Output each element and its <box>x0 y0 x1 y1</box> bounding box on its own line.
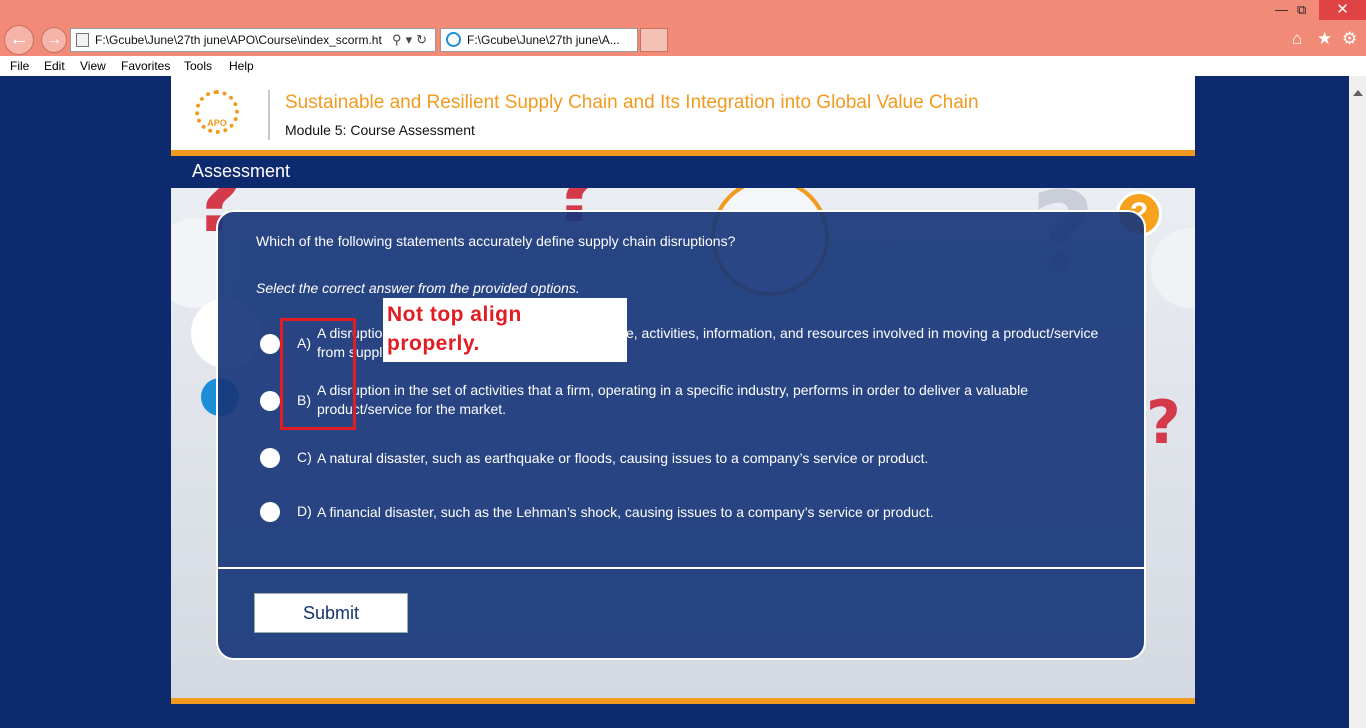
radio-option-a[interactable] <box>260 334 280 354</box>
back-button[interactable]: ← <box>4 25 34 55</box>
footer-bar <box>171 704 1195 728</box>
home-icon[interactable]: ⌂ <box>1292 29 1302 49</box>
new-tab-button[interactable] <box>640 28 668 52</box>
option-text: A financial disaster, such as the Lehman… <box>317 504 934 520</box>
radio-option-c[interactable] <box>260 448 280 468</box>
menu-favorites[interactable]: Favorites <box>121 56 170 76</box>
module-title: Module 5: Course Assessment <box>285 122 475 138</box>
ie-icon <box>446 32 461 47</box>
section-bar: Assessment <box>171 156 1195 188</box>
question-mark-icon: ? <box>1146 388 1181 458</box>
option-letter: D) <box>297 503 312 519</box>
panel-divider <box>218 567 1144 569</box>
annotation-note: Not top align properly. <box>383 298 627 362</box>
annotation-line-1: Not top align <box>387 303 522 326</box>
apo-logo: APO <box>195 90 239 134</box>
forward-button[interactable]: → <box>41 27 67 53</box>
favorites-star-icon[interactable]: ★ <box>1317 29 1332 49</box>
scroll-up-icon[interactable] <box>1353 90 1363 96</box>
bg-bubble <box>1151 228 1195 308</box>
browser-titlebar: ← → F:\Gcube\June\27th june\APO\Course\i… <box>0 0 1366 56</box>
radio-option-d[interactable] <box>260 502 280 522</box>
menu-bar: File Edit View Favorites Tools Help <box>0 56 1366 76</box>
option-text: A natural disaster, such as earthquake o… <box>317 450 929 466</box>
question-text: Which of the following statements accura… <box>256 233 736 249</box>
instruction-text: Select the correct answer from the provi… <box>256 280 580 296</box>
option-text: A disruption in the set of activities th… <box>317 382 1028 417</box>
page-icon <box>76 33 89 47</box>
gear-icon[interactable]: ⚙ <box>1342 29 1357 49</box>
annotation-highlight-box <box>280 318 356 430</box>
menu-tools[interactable]: Tools <box>184 56 212 76</box>
menu-edit[interactable]: Edit <box>44 56 65 76</box>
restore-icon[interactable]: ⧉ <box>1297 2 1306 18</box>
browser-tab[interactable]: F:\Gcube\June\27th june\A... <box>440 28 638 52</box>
section-title: Assessment <box>192 161 291 181</box>
logo-text: APO <box>207 118 227 128</box>
search-refresh-icons[interactable]: ⚲▾↻ <box>392 29 431 51</box>
vertical-scrollbar[interactable] <box>1349 76 1366 728</box>
radio-option-b[interactable] <box>260 391 280 411</box>
annotation-line-2: properly. <box>387 332 480 355</box>
address-bar[interactable]: F:\Gcube\June\27th june\APO\Course\index… <box>70 28 436 52</box>
minimize-icon[interactable]: — <box>1275 2 1288 17</box>
option-letter: C) <box>297 449 312 465</box>
course-header: APO Sustainable and Resilient Supply Cha… <box>171 76 1195 156</box>
menu-file[interactable]: File <box>10 56 29 76</box>
tab-title: F:\Gcube\June\27th june\A... <box>467 33 620 47</box>
submit-button[interactable]: Submit <box>254 593 408 633</box>
course-title: Sustainable and Resilient Supply Chain a… <box>285 92 979 113</box>
menu-help[interactable]: Help <box>229 56 254 76</box>
header-divider <box>268 90 270 140</box>
address-url: F:\Gcube\June\27th june\APO\Course\index… <box>95 33 382 47</box>
close-icon[interactable]: ✕ <box>1319 0 1366 20</box>
question-panel: Which of the following statements accura… <box>216 210 1146 660</box>
menu-view[interactable]: View <box>80 56 106 76</box>
